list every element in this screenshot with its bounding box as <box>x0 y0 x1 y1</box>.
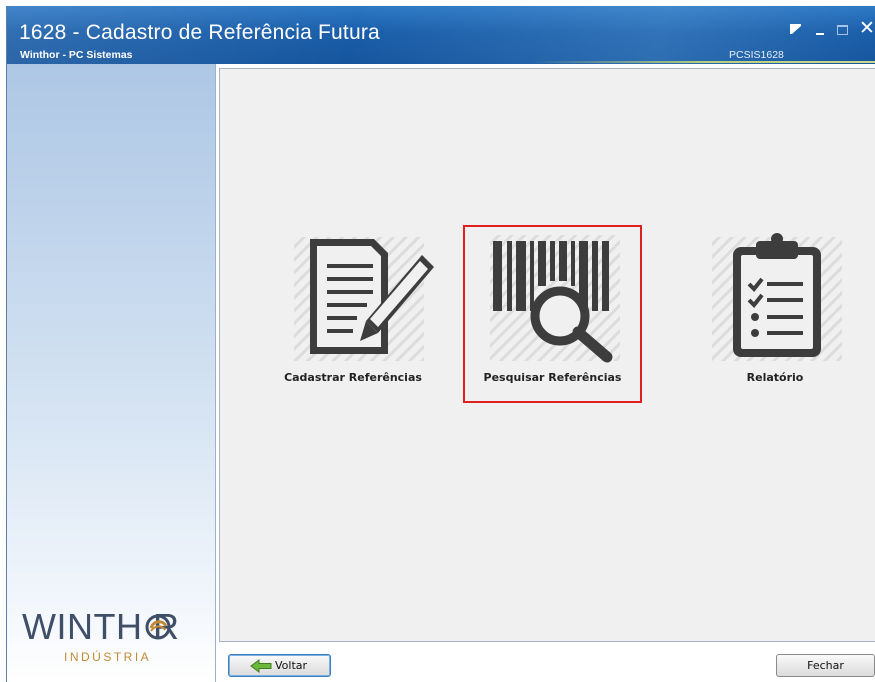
tile-label: Relatório <box>746 371 804 384</box>
green-left-arrow-icon <box>250 659 272 673</box>
main-panel: Cadastrar Referências Pesquisar Referênc… <box>219 68 875 642</box>
clipboard-checklist-icon <box>712 233 842 361</box>
close-button[interactable]: Fechar <box>776 654 875 677</box>
maximize-icon-box <box>837 25 848 35</box>
tile-label: Pesquisar Referências <box>483 371 622 384</box>
minimize-icon[interactable] <box>813 22 831 38</box>
window-title: 1628 - Cadastro de Referência Futura <box>19 21 380 44</box>
logo-swirl-icon <box>145 614 171 640</box>
maximize-icon[interactable] <box>835 22 853 38</box>
routine-code: PCSIS1628 <box>729 49 784 61</box>
winthor-logo: WINTH R INDÚSTRIA <box>7 604 215 682</box>
tile-relatorio[interactable]: Relatório <box>700 229 850 399</box>
sidebar: WINTH R INDÚSTRIA <box>7 64 216 682</box>
back-button[interactable]: Voltar <box>228 654 331 677</box>
barcode-search-icon <box>490 235 620 363</box>
close-icon-glyph: ✕ <box>859 17 875 39</box>
tile-label: Cadastrar Referências <box>284 371 422 384</box>
application-window: 1628 - Cadastro de Referência Futura Win… <box>6 6 875 682</box>
tile-cadastrar-referencias[interactable]: Cadastrar Referências <box>272 229 434 399</box>
back-button-label: Voltar <box>275 659 308 672</box>
restore-icon[interactable] <box>787 22 805 38</box>
logo-subtitle: INDÚSTRIA <box>64 650 152 664</box>
title-bar[interactable]: 1628 - Cadastro de Referência Futura Win… <box>7 6 875 64</box>
document-pencil-icon <box>294 237 434 361</box>
tile-pesquisar-referencias[interactable]: Pesquisar Referências <box>463 225 642 403</box>
footer-bar: Voltar Fechar <box>219 642 875 682</box>
close-icon[interactable]: ✕ <box>858 17 875 39</box>
minimize-icon-bar <box>816 33 824 35</box>
window-subtitle: Winthor - PC Sistemas <box>20 49 133 61</box>
title-accent-line <box>532 61 875 63</box>
